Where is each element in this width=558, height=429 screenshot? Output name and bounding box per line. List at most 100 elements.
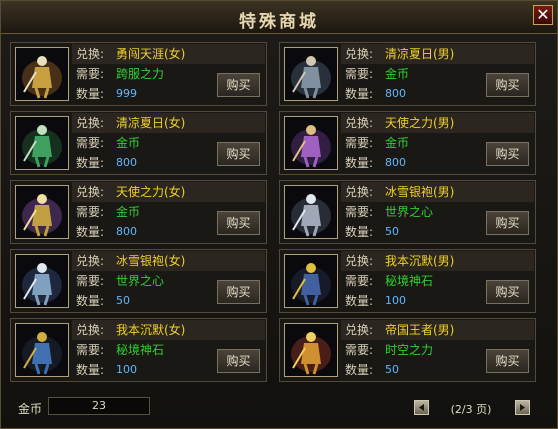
buy-button[interactable]: 购买 [486,73,529,97]
exchange-label: 兑换: [345,47,374,61]
quantity-label: 数量: [76,225,105,239]
item-require: 世界之心 [116,274,165,288]
shop-item-card: 兑换: 勇闯天涯(女) 需要: 跨服之力 数量: 999 购买 [10,42,267,106]
item-thumbnail[interactable] [284,116,338,170]
summer-male-icon [285,48,337,100]
quantity-row: 数量: 50 [341,360,482,380]
exchange-label: 兑换: [345,323,374,337]
exchange-row: 兑换: 冰雪银袍(女) [72,251,265,271]
quantity-row: 数量: 50 [72,291,213,311]
require-row: 需要: 跨服之力 [72,64,213,84]
exchange-label: 兑换: [76,323,105,337]
summer-female-icon [16,117,68,169]
require-label: 需要: [76,205,105,219]
silent-male-icon [285,255,337,307]
buy-button[interactable]: 购买 [217,142,260,166]
item-quantity: 800 [385,156,406,169]
shop-item-card: 兑换: 冰雪银袍(男) 需要: 世界之心 数量: 50 购买 [279,180,536,244]
exchange-row: 兑换: 天使之力(男) [341,113,534,133]
shop-item-card: 兑换: 天使之力(男) 需要: 金币 数量: 800 购买 [279,111,536,175]
item-name: 冰雪银袍(女) [116,254,186,268]
item-require: 金币 [116,136,141,150]
quantity-label: 数量: [76,363,105,377]
item-require: 跨服之力 [116,67,165,81]
buy-button[interactable]: 购买 [217,349,260,373]
item-name: 冰雪银袍(男) [385,185,455,199]
buy-button[interactable]: 购买 [486,349,529,373]
quantity-label: 数量: [345,294,374,308]
shop-item-card: 兑换: 我本沉默(女) 需要: 秘境神石 数量: 100 购买 [10,318,267,382]
item-name: 我本沉默(女) [116,323,186,337]
item-thumbnail[interactable] [15,323,69,377]
emperor-male-icon [285,324,337,376]
buy-button[interactable]: 购买 [486,142,529,166]
item-quantity: 50 [385,225,399,238]
title-bar[interactable]: 特殊商城 ✕ [1,1,557,34]
quantity-label: 数量: [76,156,105,170]
special-shop-window: 特殊商城 ✕ 兑换: 勇闯天涯(女) 需要: 跨服之力 数量: 999 购买 兑换: 清凉夏日(… [0,0,558,429]
require-row: 需要: 金币 [72,202,213,222]
item-quantity: 50 [385,363,399,376]
require-row: 需要: 金币 [341,133,482,153]
require-row: 需要: 世界之心 [341,202,482,222]
quantity-row: 数量: 100 [72,360,213,380]
shop-item-card: 兑换: 天使之力(女) 需要: 金币 数量: 800 购买 [10,180,267,244]
item-thumbnail[interactable] [284,47,338,101]
quantity-label: 数量: [345,363,374,377]
quantity-label: 数量: [345,87,374,101]
item-thumbnail[interactable] [284,323,338,377]
silent-female-icon [16,324,68,376]
arrow-right-icon [520,404,525,411]
item-require: 金币 [385,67,410,81]
warrior-female-gold-icon [16,48,68,100]
item-quantity: 100 [116,363,137,376]
exchange-row: 兑换: 勇闯天涯(女) [72,44,265,64]
item-name: 我本沉默(男) [385,254,455,268]
exchange-label: 兑换: [76,116,105,130]
item-thumbnail[interactable] [284,254,338,308]
buy-button[interactable]: 购买 [217,211,260,235]
shop-item-card: 兑换: 帝国王者(男) 需要: 时空之力 数量: 50 购买 [279,318,536,382]
require-row: 需要: 金币 [72,133,213,153]
angel-female-icon [16,186,68,238]
item-name: 天使之力(女) [116,185,186,199]
exchange-label: 兑换: [345,254,374,268]
item-thumbnail[interactable] [15,116,69,170]
exchange-label: 兑换: [76,47,105,61]
buy-button[interactable]: 购买 [217,280,260,304]
item-name: 清凉夏日(男) [385,47,455,61]
item-name: 清凉夏日(女) [116,116,186,130]
buy-button[interactable]: 购买 [486,211,529,235]
exchange-row: 兑换: 天使之力(女) [72,182,265,202]
require-label: 需要: [76,274,105,288]
exchange-label: 兑换: [76,254,105,268]
item-quantity: 999 [116,87,137,100]
buy-button[interactable]: 购买 [217,73,260,97]
item-quantity: 50 [116,294,130,307]
exchange-label: 兑换: [345,185,374,199]
item-name: 勇闯天涯(女) [116,47,186,61]
item-require: 世界之心 [385,205,434,219]
shop-item-card: 兑换: 清凉夏日(男) 需要: 金币 数量: 800 购买 [279,42,536,106]
item-name: 天使之力(男) [385,116,455,130]
exchange-row: 兑换: 帝国王者(男) [341,320,534,340]
require-label: 需要: [345,343,374,357]
next-page-button[interactable] [515,400,530,415]
require-label: 需要: [76,343,105,357]
item-thumbnail[interactable] [15,47,69,101]
buy-button[interactable]: 购买 [486,280,529,304]
prev-page-button[interactable] [414,400,429,415]
item-thumbnail[interactable] [284,185,338,239]
require-row: 需要: 世界之心 [72,271,213,291]
item-require: 秘境神石 [385,274,434,288]
exchange-row: 兑换: 我本沉默(女) [72,320,265,340]
quantity-row: 数量: 800 [72,153,213,173]
require-label: 需要: [76,67,105,81]
require-label: 需要: [345,67,374,81]
item-thumbnail[interactable] [15,185,69,239]
silver-robe-male-icon [285,186,337,238]
item-thumbnail[interactable] [15,254,69,308]
close-button[interactable]: ✕ [533,5,553,25]
item-quantity: 100 [385,294,406,307]
shop-item-card: 兑换: 清凉夏日(女) 需要: 金币 数量: 800 购买 [10,111,267,175]
